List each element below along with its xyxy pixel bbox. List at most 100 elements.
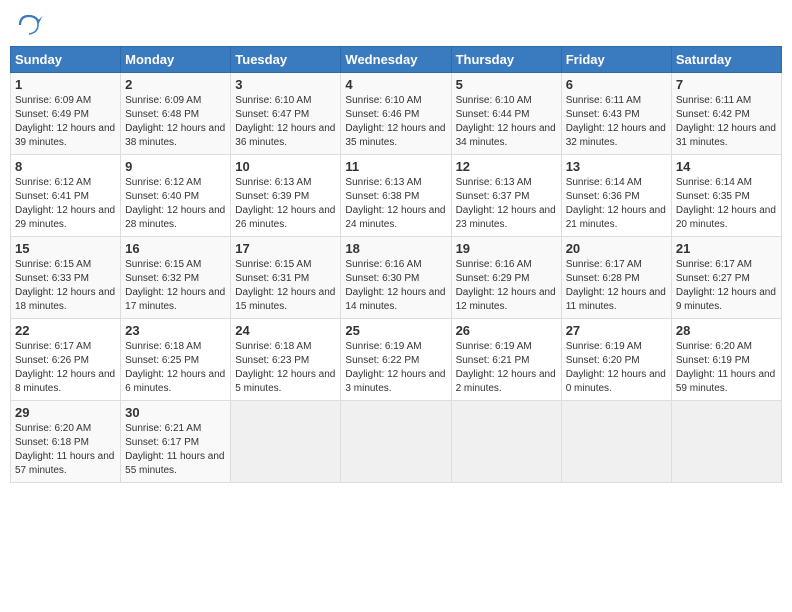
- day-number: 17: [235, 241, 336, 256]
- day-info: Sunrise: 6:09 AM Sunset: 6:49 PM Dayligh…: [15, 94, 116, 150]
- day-number: 6: [566, 77, 667, 92]
- calendar-cell: 24 Sunrise: 6:18 AM Sunset: 6:23 PM Dayl…: [231, 319, 341, 401]
- day-info: Sunrise: 6:17 AM Sunset: 6:27 PM Dayligh…: [676, 258, 777, 314]
- day-number: 14: [676, 159, 777, 174]
- day-info: Sunrise: 6:12 AM Sunset: 6:40 PM Dayligh…: [125, 176, 226, 232]
- day-number: 15: [15, 241, 116, 256]
- calendar-cell: 17 Sunrise: 6:15 AM Sunset: 6:31 PM Dayl…: [231, 237, 341, 319]
- calendar-cell: 22 Sunrise: 6:17 AM Sunset: 6:26 PM Dayl…: [11, 319, 121, 401]
- calendar-cell: 3 Sunrise: 6:10 AM Sunset: 6:47 PM Dayli…: [231, 73, 341, 155]
- day-number: 25: [345, 323, 446, 338]
- weekday-header: Saturday: [671, 47, 781, 73]
- calendar-cell: 23 Sunrise: 6:18 AM Sunset: 6:25 PM Dayl…: [121, 319, 231, 401]
- weekday-header: Tuesday: [231, 47, 341, 73]
- day-number: 26: [456, 323, 557, 338]
- calendar-cell: 10 Sunrise: 6:13 AM Sunset: 6:39 PM Dayl…: [231, 155, 341, 237]
- day-info: Sunrise: 6:18 AM Sunset: 6:23 PM Dayligh…: [235, 340, 336, 396]
- calendar-cell: 19 Sunrise: 6:16 AM Sunset: 6:29 PM Dayl…: [451, 237, 561, 319]
- logo: [14, 10, 48, 40]
- calendar-cell: 30 Sunrise: 6:21 AM Sunset: 6:17 PM Dayl…: [121, 401, 231, 483]
- day-number: 29: [15, 405, 116, 420]
- day-number: 27: [566, 323, 667, 338]
- calendar-cell: 4 Sunrise: 6:10 AM Sunset: 6:46 PM Dayli…: [341, 73, 451, 155]
- day-number: 28: [676, 323, 777, 338]
- day-number: 7: [676, 77, 777, 92]
- day-info: Sunrise: 6:19 AM Sunset: 6:21 PM Dayligh…: [456, 340, 557, 396]
- calendar-cell: 21 Sunrise: 6:17 AM Sunset: 6:27 PM Dayl…: [671, 237, 781, 319]
- day-info: Sunrise: 6:11 AM Sunset: 6:42 PM Dayligh…: [676, 94, 777, 150]
- day-info: Sunrise: 6:16 AM Sunset: 6:29 PM Dayligh…: [456, 258, 557, 314]
- day-number: 11: [345, 159, 446, 174]
- calendar-cell: [451, 401, 561, 483]
- day-info: Sunrise: 6:16 AM Sunset: 6:30 PM Dayligh…: [345, 258, 446, 314]
- day-number: 2: [125, 77, 226, 92]
- day-info: Sunrise: 6:19 AM Sunset: 6:22 PM Dayligh…: [345, 340, 446, 396]
- day-info: Sunrise: 6:15 AM Sunset: 6:32 PM Dayligh…: [125, 258, 226, 314]
- day-number: 22: [15, 323, 116, 338]
- day-info: Sunrise: 6:13 AM Sunset: 6:39 PM Dayligh…: [235, 176, 336, 232]
- day-number: 19: [456, 241, 557, 256]
- day-number: 16: [125, 241, 226, 256]
- weekday-header: Sunday: [11, 47, 121, 73]
- calendar-cell: 26 Sunrise: 6:19 AM Sunset: 6:21 PM Dayl…: [451, 319, 561, 401]
- weekday-header: Monday: [121, 47, 231, 73]
- day-info: Sunrise: 6:12 AM Sunset: 6:41 PM Dayligh…: [15, 176, 116, 232]
- day-number: 1: [15, 77, 116, 92]
- calendar-cell: 5 Sunrise: 6:10 AM Sunset: 6:44 PM Dayli…: [451, 73, 561, 155]
- calendar-cell: [671, 401, 781, 483]
- day-info: Sunrise: 6:20 AM Sunset: 6:18 PM Dayligh…: [15, 422, 116, 478]
- calendar-cell: 27 Sunrise: 6:19 AM Sunset: 6:20 PM Dayl…: [561, 319, 671, 401]
- day-info: Sunrise: 6:13 AM Sunset: 6:37 PM Dayligh…: [456, 176, 557, 232]
- day-number: 13: [566, 159, 667, 174]
- day-number: 30: [125, 405, 226, 420]
- calendar-cell: 16 Sunrise: 6:15 AM Sunset: 6:32 PM Dayl…: [121, 237, 231, 319]
- calendar-cell: 11 Sunrise: 6:13 AM Sunset: 6:38 PM Dayl…: [341, 155, 451, 237]
- day-info: Sunrise: 6:18 AM Sunset: 6:25 PM Dayligh…: [125, 340, 226, 396]
- day-info: Sunrise: 6:10 AM Sunset: 6:46 PM Dayligh…: [345, 94, 446, 150]
- day-info: Sunrise: 6:17 AM Sunset: 6:28 PM Dayligh…: [566, 258, 667, 314]
- calendar-cell: 7 Sunrise: 6:11 AM Sunset: 6:42 PM Dayli…: [671, 73, 781, 155]
- calendar-cell: [231, 401, 341, 483]
- calendar-cell: 6 Sunrise: 6:11 AM Sunset: 6:43 PM Dayli…: [561, 73, 671, 155]
- day-number: 4: [345, 77, 446, 92]
- calendar-cell: 18 Sunrise: 6:16 AM Sunset: 6:30 PM Dayl…: [341, 237, 451, 319]
- day-number: 23: [125, 323, 226, 338]
- day-info: Sunrise: 6:15 AM Sunset: 6:33 PM Dayligh…: [15, 258, 116, 314]
- calendar-cell: 25 Sunrise: 6:19 AM Sunset: 6:22 PM Dayl…: [341, 319, 451, 401]
- day-number: 8: [15, 159, 116, 174]
- weekday-header: Thursday: [451, 47, 561, 73]
- calendar-cell: 20 Sunrise: 6:17 AM Sunset: 6:28 PM Dayl…: [561, 237, 671, 319]
- calendar-cell: 1 Sunrise: 6:09 AM Sunset: 6:49 PM Dayli…: [11, 73, 121, 155]
- weekday-header: Wednesday: [341, 47, 451, 73]
- day-number: 12: [456, 159, 557, 174]
- day-info: Sunrise: 6:14 AM Sunset: 6:35 PM Dayligh…: [676, 176, 777, 232]
- calendar-cell: 12 Sunrise: 6:13 AM Sunset: 6:37 PM Dayl…: [451, 155, 561, 237]
- day-info: Sunrise: 6:09 AM Sunset: 6:48 PM Dayligh…: [125, 94, 226, 150]
- day-info: Sunrise: 6:11 AM Sunset: 6:43 PM Dayligh…: [566, 94, 667, 150]
- logo-icon: [14, 10, 44, 40]
- day-info: Sunrise: 6:13 AM Sunset: 6:38 PM Dayligh…: [345, 176, 446, 232]
- day-number: 9: [125, 159, 226, 174]
- calendar-table: SundayMondayTuesdayWednesdayThursdayFrid…: [10, 46, 782, 483]
- day-number: 21: [676, 241, 777, 256]
- calendar-cell: 13 Sunrise: 6:14 AM Sunset: 6:36 PM Dayl…: [561, 155, 671, 237]
- page-header: [10, 10, 782, 40]
- day-info: Sunrise: 6:10 AM Sunset: 6:47 PM Dayligh…: [235, 94, 336, 150]
- calendar-cell: 15 Sunrise: 6:15 AM Sunset: 6:33 PM Dayl…: [11, 237, 121, 319]
- day-info: Sunrise: 6:15 AM Sunset: 6:31 PM Dayligh…: [235, 258, 336, 314]
- day-info: Sunrise: 6:14 AM Sunset: 6:36 PM Dayligh…: [566, 176, 667, 232]
- day-number: 24: [235, 323, 336, 338]
- calendar-cell: 8 Sunrise: 6:12 AM Sunset: 6:41 PM Dayli…: [11, 155, 121, 237]
- weekday-header: Friday: [561, 47, 671, 73]
- day-number: 5: [456, 77, 557, 92]
- day-info: Sunrise: 6:10 AM Sunset: 6:44 PM Dayligh…: [456, 94, 557, 150]
- day-number: 18: [345, 241, 446, 256]
- day-number: 20: [566, 241, 667, 256]
- day-info: Sunrise: 6:21 AM Sunset: 6:17 PM Dayligh…: [125, 422, 226, 478]
- calendar-cell: 28 Sunrise: 6:20 AM Sunset: 6:19 PM Dayl…: [671, 319, 781, 401]
- day-number: 10: [235, 159, 336, 174]
- calendar-cell: 2 Sunrise: 6:09 AM Sunset: 6:48 PM Dayli…: [121, 73, 231, 155]
- day-number: 3: [235, 77, 336, 92]
- calendar-cell: 9 Sunrise: 6:12 AM Sunset: 6:40 PM Dayli…: [121, 155, 231, 237]
- day-info: Sunrise: 6:19 AM Sunset: 6:20 PM Dayligh…: [566, 340, 667, 396]
